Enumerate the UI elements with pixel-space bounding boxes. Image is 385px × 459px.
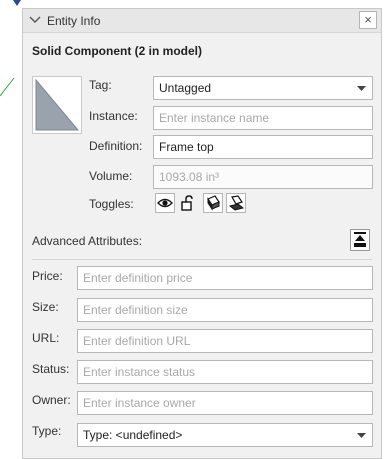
type-select[interactable]: Type: <undefined> (77, 423, 373, 447)
cast-shadows-icon[interactable] (203, 193, 223, 213)
panel-header[interactable]: Entity Info × (23, 9, 381, 33)
type-label: Type: (32, 424, 62, 438)
volume-field: 1093.08 in³ (153, 165, 373, 189)
receive-shadows-icon[interactable] (226, 193, 246, 213)
tag-select[interactable]: Untagged (153, 76, 373, 100)
toggles-label: Toggles: (89, 197, 134, 211)
tag-label: Tag: (89, 78, 112, 92)
canvas-edge-lines (0, 0, 21, 97)
size-label: Size: (32, 300, 59, 314)
collapse-advanced-button[interactable] (350, 229, 370, 251)
owner-input[interactable]: Enter instance owner (77, 391, 373, 415)
instance-input[interactable]: Enter instance name (153, 106, 373, 130)
owner-label: Owner: (32, 393, 71, 407)
volume-label: Volume: (89, 169, 133, 183)
model-canvas[interactable] (0, 0, 22, 459)
url-input[interactable]: Enter definition URL (77, 329, 373, 353)
panel-title: Entity Info (47, 14, 101, 28)
advanced-attributes-label: Advanced Attributes: (32, 234, 143, 248)
component-thumbnail (32, 76, 82, 134)
definition-label: Definition: (89, 139, 143, 153)
status-input[interactable]: Enter instance status (77, 360, 373, 384)
url-label: URL: (32, 331, 60, 345)
unlock-icon[interactable] (178, 193, 198, 213)
definition-input[interactable]: Frame top (153, 135, 373, 159)
close-button[interactable]: × (359, 11, 377, 29)
price-input[interactable]: Enter definition price (77, 266, 373, 290)
price-label: Price: (32, 269, 63, 283)
chevron-down-icon[interactable] (29, 15, 41, 25)
instance-label: Instance: (89, 109, 138, 123)
type-value: Type: <undefined> (83, 428, 183, 442)
dropdown-caret-icon (357, 86, 366, 91)
size-input[interactable]: Enter definition size (77, 298, 373, 322)
status-label: Status: (32, 362, 70, 376)
section-divider (32, 259, 372, 260)
tag-value: Untagged (159, 81, 212, 95)
entity-info-panel: Entity Info × Solid Component (2 in mode… (22, 8, 382, 459)
dropdown-caret-icon (357, 433, 366, 438)
eye-icon[interactable] (155, 193, 175, 213)
component-heading: Solid Component (2 in model) (32, 44, 202, 58)
collapse-toggle-icon (354, 232, 366, 247)
